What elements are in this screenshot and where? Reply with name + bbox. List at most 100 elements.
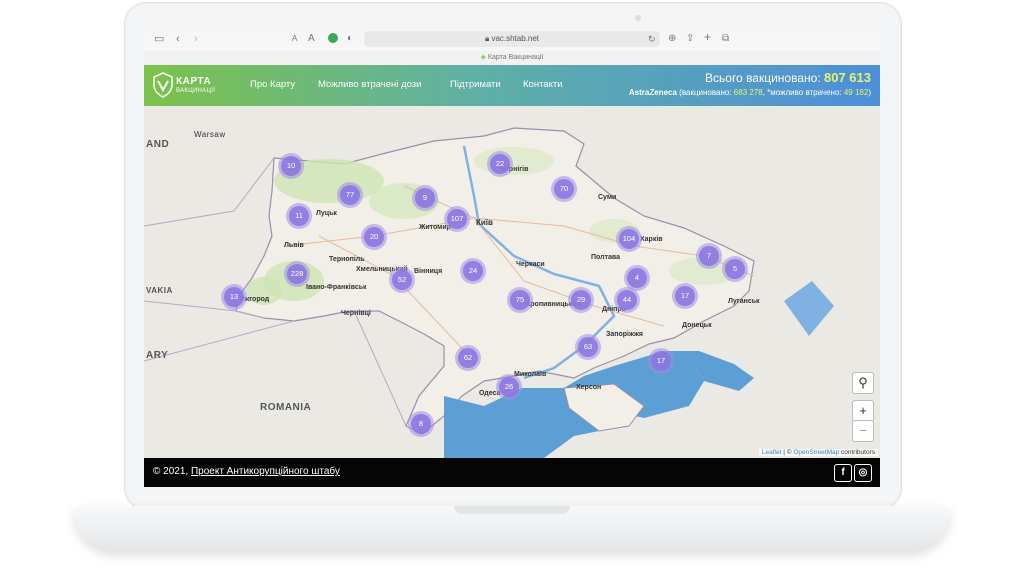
download-icon[interactable]: ⊕ <box>668 32 676 46</box>
city-poltava: Полтава <box>591 254 621 261</box>
logo[interactable]: КАРТА ВАКЦИНАЦІЇ <box>152 70 222 102</box>
extension-icon[interactable] <box>328 33 338 43</box>
screen: ▭ ‹ › A A ◐ 🔒︎ vac.shtab.net ↻ ⊕ ⇪ + ⧉ ◈… <box>144 27 880 487</box>
nav-support[interactable]: Підтримати <box>450 79 501 90</box>
leaflet-link[interactable]: Leaflet <box>762 449 782 456</box>
osm-link[interactable]: OpenStreetMap <box>793 449 839 456</box>
text-size-small-icon[interactable]: A <box>292 32 297 46</box>
cluster-count: 107 <box>447 209 467 229</box>
nav-about-map[interactable]: Про Карту <box>250 79 295 90</box>
tabs-icon[interactable]: ⧉ <box>722 32 729 46</box>
zoom-out-button[interactable]: − <box>852 420 874 442</box>
city-luhansk: Луганськ <box>728 298 760 305</box>
share-icon[interactable]: ⇪ <box>686 32 694 46</box>
nav-lost-doses[interactable]: Можливо втрачені дози <box>318 79 421 90</box>
city-vinnytsia: Вінниця <box>414 268 443 275</box>
cluster-marker[interactable]: 5 <box>722 256 748 282</box>
instagram-icon[interactable]: ◎ <box>854 464 872 482</box>
logo-shield-icon <box>153 72 173 98</box>
vaccination-stats: Всього вакциновано: 807 613 AstraZeneca … <box>629 70 871 97</box>
city-donetsk: Донецьк <box>682 322 712 329</box>
back-icon[interactable]: ‹ <box>176 32 180 46</box>
cluster-marker[interactable]: 17 <box>672 283 698 309</box>
cluster-count: 22 <box>490 154 510 174</box>
tab-favicon: ◈ <box>480 54 488 61</box>
city-lutsk: Луцьк <box>316 210 337 217</box>
sidebar-icon[interactable]: ▭ <box>154 32 164 46</box>
total-value: 807 613 <box>824 70 871 85</box>
cluster-marker[interactable]: 228 <box>284 261 310 287</box>
cluster-marker[interactable]: 10 <box>278 153 304 179</box>
lost-close: ) <box>868 88 871 97</box>
cluster-count: 104 <box>619 229 639 249</box>
address-bar[interactable]: 🔒︎ vac.shtab.net <box>364 31 660 47</box>
cluster-marker[interactable]: 107 <box>444 206 470 232</box>
cluster-marker[interactable]: 11 <box>286 203 312 229</box>
forward-icon[interactable]: › <box>194 32 198 46</box>
vaccine-breakdown: AstraZeneca (вакциновано: 683 278, *можл… <box>629 88 871 97</box>
cluster-count: 8 <box>411 414 431 434</box>
laptop-notch <box>454 506 570 514</box>
project-link[interactable]: Проект Антикорупційного штабу <box>191 466 340 477</box>
total-vaccinated: Всього вакциновано: 807 613 <box>629 70 871 85</box>
nav-contacts[interactable]: Контакти <box>523 79 563 90</box>
cluster-count: 11 <box>289 206 309 226</box>
cluster-marker[interactable]: 63 <box>575 334 601 360</box>
cluster-marker[interactable]: 20 <box>361 224 387 250</box>
cluster-count: 52 <box>392 270 412 290</box>
laptop-base <box>74 506 950 552</box>
cluster-marker[interactable]: 26 <box>496 374 522 400</box>
cluster-count: 62 <box>458 348 478 368</box>
cluster-marker[interactable]: 62 <box>455 345 481 371</box>
cluster-count: 10 <box>281 156 301 176</box>
cluster-marker[interactable]: 104 <box>616 226 642 252</box>
cluster-count: 77 <box>340 185 360 205</box>
cluster-marker[interactable]: 77 <box>337 182 363 208</box>
facebook-icon[interactable]: f <box>834 464 852 482</box>
locate-icon[interactable]: ⚲ <box>852 372 874 394</box>
browser-toolbar: ▭ ‹ › A A ◐ 🔒︎ vac.shtab.net ↻ ⊕ ⇪ + ⧉ <box>144 27 880 52</box>
cluster-count: 5 <box>725 259 745 279</box>
logo-subtitle: ВАКЦИНАЦІЇ <box>176 88 216 94</box>
cluster-count: 24 <box>463 261 483 281</box>
cluster-count: 63 <box>578 337 598 357</box>
cluster-marker[interactable]: 70 <box>551 176 577 202</box>
cluster-marker[interactable]: 44 <box>614 287 640 313</box>
cluster-marker[interactable]: 22 <box>487 151 513 177</box>
vaccination-map[interactable]: Warsaw AND VAKIA ARY ROMANIA Луцьк Львів… <box>144 106 880 458</box>
cluster-marker[interactable]: 17 <box>648 348 674 374</box>
url-text: vac.shtab.net <box>491 34 540 43</box>
shield-icon[interactable]: ◐ <box>347 32 353 46</box>
cluster-marker[interactable]: 9 <box>412 185 438 211</box>
tab-title[interactable]: ◈ Карта Вакцинації <box>144 51 880 66</box>
cluster-marker[interactable]: 13 <box>221 284 247 310</box>
reload-icon[interactable]: ↻ <box>648 32 656 46</box>
cluster-count: 13 <box>224 287 244 307</box>
map-attribution: Leaflet | © OpenStreetMap contributors <box>758 449 878 456</box>
label-warsaw: Warsaw <box>194 130 226 139</box>
label-slovakia: VAKIA <box>146 286 173 295</box>
city-zaporizhzhia: Запоріжжя <box>606 331 644 338</box>
cluster-count: 75 <box>510 290 530 310</box>
label-romania: ROMANIA <box>260 402 312 413</box>
cluster-count: 26 <box>499 377 519 397</box>
city-chernivtsi: Чернівці <box>341 310 371 317</box>
attribution-separator: | © <box>781 449 794 456</box>
city-ivano-frankivsk: Івано-Франківськ <box>306 284 367 291</box>
cluster-marker[interactable]: 24 <box>460 258 486 284</box>
cluster-marker[interactable]: 52 <box>389 267 415 293</box>
text-size-large-icon[interactable]: A <box>308 32 315 46</box>
city-ternopil: Тернопіль <box>329 256 365 263</box>
cluster-marker[interactable]: 7 <box>696 243 722 269</box>
attribution-tail: contributors <box>839 449 875 456</box>
cluster-count: 70 <box>554 179 574 199</box>
new-tab-icon[interactable]: + <box>704 30 711 44</box>
cluster-marker[interactable]: 8 <box>408 411 434 437</box>
label-poland: AND <box>146 139 170 150</box>
cluster-count: 17 <box>651 351 671 371</box>
cluster-count: 7 <box>699 246 719 266</box>
cluster-marker[interactable]: 29 <box>568 287 594 313</box>
cluster-marker[interactable]: 75 <box>507 287 533 313</box>
zoom-in-button[interactable]: + <box>852 400 874 422</box>
city-cherkasy: Черкаси <box>516 261 545 268</box>
